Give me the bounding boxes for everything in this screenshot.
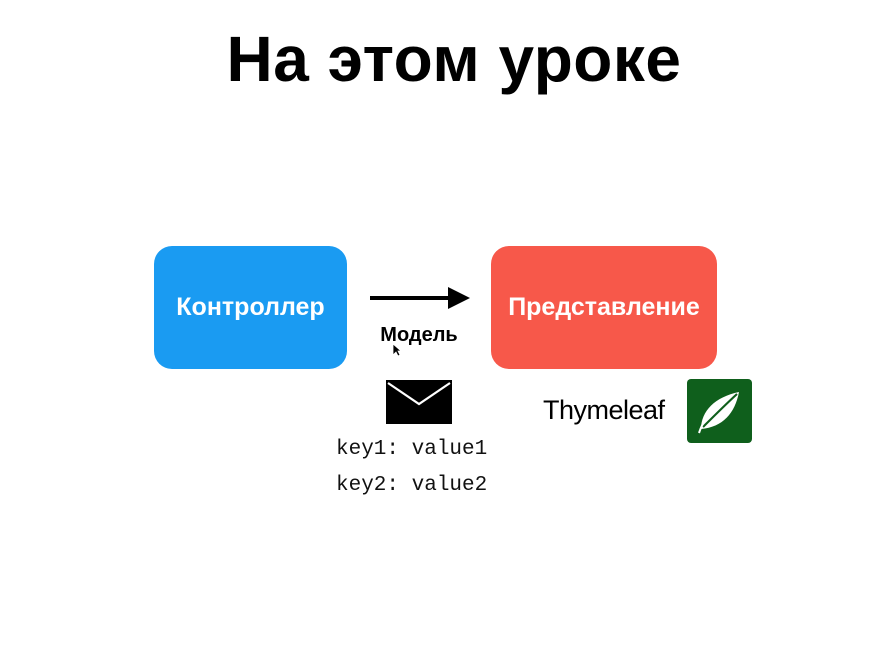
controller-box: Контроллер bbox=[154, 246, 347, 369]
model-entry-1: key1: value1 bbox=[336, 438, 488, 461]
slide-title: На этом уроке bbox=[226, 23, 682, 95]
envelope-icon bbox=[386, 380, 452, 424]
right-arrow-icon bbox=[370, 287, 470, 309]
thymeleaf-logo-icon bbox=[687, 379, 752, 443]
mouse-cursor-icon bbox=[392, 343, 402, 357]
model-entry-2: key2: value2 bbox=[336, 474, 488, 497]
controller-label: Контроллер bbox=[176, 293, 325, 321]
view-label: Представление bbox=[508, 293, 700, 321]
model-label: Модель bbox=[380, 324, 458, 346]
thymeleaf-label: Thymeleaf bbox=[543, 395, 665, 425]
view-box: Представление bbox=[491, 246, 717, 369]
